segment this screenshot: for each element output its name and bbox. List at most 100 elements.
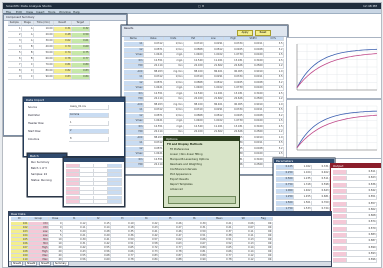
center-table-cell[interactable]: 0.0312 xyxy=(144,75,164,80)
center-table-cell[interactable]: t50 xyxy=(124,97,144,102)
summary-cell[interactable] xyxy=(94,168,108,173)
left-table-cell[interactable]: 9 xyxy=(8,75,22,80)
output-value-cell[interactable]: 0.851 xyxy=(347,195,377,201)
summary-cell[interactable] xyxy=(80,200,94,204)
left-table-cell[interactable]: 60.00 xyxy=(34,57,54,62)
center-table-cell[interactable]: Vmax xyxy=(124,86,144,91)
center-table-cell[interactable]: 0.0011 xyxy=(244,108,264,113)
center-table-cell[interactable]: 21.602 xyxy=(204,64,224,69)
parameter-cell[interactable]: 0.125 xyxy=(276,165,294,170)
summary-cell[interactable] xyxy=(108,186,122,191)
center-table-cell[interactable]: 0.0871 xyxy=(144,80,164,86)
summary-cell[interactable] xyxy=(108,164,122,168)
center-table-cell[interactable]: 0.0312 xyxy=(144,42,164,47)
center-table-cell[interactable]: mg/L xyxy=(164,119,184,124)
center-table-cell[interactable]: 12.540 xyxy=(184,91,204,97)
output-value-cell[interactable]: 0.879 xyxy=(347,226,377,232)
center-table-cell[interactable]: 0.9010 xyxy=(244,135,264,141)
center-table-cell[interactable]: 0.0028 xyxy=(244,80,264,86)
center-table-cell[interactable]: k2 xyxy=(124,113,144,119)
left-table-cell[interactable]: 0.78 xyxy=(54,57,72,62)
center-table-cell[interactable]: 0.0334 xyxy=(224,108,244,113)
import-field-input[interactable]: 8 xyxy=(69,137,109,142)
summary-cell[interactable] xyxy=(108,168,122,173)
summary-cell[interactable] xyxy=(108,177,122,182)
summary-cell[interactable] xyxy=(66,186,80,191)
center-table-cell[interactable]: mg·min xyxy=(164,69,184,75)
center-table-cell[interactable]: 0.0028 xyxy=(244,146,264,152)
center-table-cell[interactable]: 11.921 xyxy=(204,58,224,64)
parameter-cell[interactable]: 1.318 xyxy=(294,183,312,188)
center-table-cell[interactable]: Vmax xyxy=(124,53,144,58)
center-table-cell[interactable]: 12.551 xyxy=(144,91,164,97)
left-table-cell[interactable]: 0.82 xyxy=(54,69,72,74)
tab-summary[interactable]: Summary xyxy=(53,261,69,266)
center-table-cell[interactable]: 0.0868 xyxy=(184,113,204,119)
left-table-cell[interactable]: 80.00 xyxy=(34,69,54,74)
summary-cell[interactable] xyxy=(108,200,122,204)
summary-cell[interactable] xyxy=(94,200,108,204)
center-table-cell[interactable]: t50 xyxy=(124,64,144,69)
center-table-cell[interactable]: 3.5 xyxy=(264,108,284,113)
parameter-cell[interactable]: 0.598 xyxy=(312,183,330,188)
center-table-cell[interactable]: 0.3160 xyxy=(244,124,264,130)
summary-cell[interactable] xyxy=(80,173,94,177)
center-table-cell[interactable]: 0.0871 xyxy=(144,113,164,119)
center-table-cell[interactable]: 1.0 xyxy=(264,102,284,108)
center-table-cell[interactable]: 0.0334 xyxy=(224,75,244,80)
parameter-cell[interactable]: 0.643 xyxy=(312,189,330,194)
left-table-cell[interactable]: 5 xyxy=(8,51,22,56)
left-table-cell[interactable]: 0.84 xyxy=(72,75,90,80)
center-table-cell[interactable]: 0.0871 xyxy=(144,47,164,53)
center-table-cell[interactable]: AUC xyxy=(124,135,144,141)
options-list-item[interactable]: Export Results xyxy=(170,178,189,181)
center-table-cell[interactable]: mg/L xyxy=(164,91,184,97)
center-table-cell[interactable]: 0.0812 xyxy=(204,47,224,53)
center-table-cell[interactable]: 1/min xyxy=(164,42,184,47)
options-list-item[interactable]: Fit and Display Methods xyxy=(167,143,202,146)
center-table-cell[interactable]: 90.005 xyxy=(224,69,244,75)
center-table-cell[interactable]: 3.2 xyxy=(264,113,284,119)
center-table-cell[interactable]: 12.551 xyxy=(144,157,164,163)
summary-cell[interactable] xyxy=(94,195,108,200)
menu-view[interactable]: View xyxy=(26,10,33,14)
center-table-cell[interactable]: 1.0400 xyxy=(184,53,204,58)
center-table-cell[interactable]: 0.0925 xyxy=(224,113,244,119)
menu-help[interactable]: Help xyxy=(73,10,80,14)
center-table-cell[interactable]: 1.0421 xyxy=(144,86,164,91)
center-table-cell[interactable]: k1 xyxy=(124,141,144,146)
center-table-cell[interactable]: 0.0868 xyxy=(184,47,204,53)
center-table-cell[interactable]: 0.0310 xyxy=(184,108,204,113)
center-table-cell[interactable]: 13.181 xyxy=(224,124,244,130)
output-value-cell[interactable]: 0.874 xyxy=(347,220,377,226)
left-table-cell[interactable]: 90.00 xyxy=(34,75,54,80)
center-table-cell[interactable]: 0.2560 xyxy=(244,163,264,168)
center-table-cell[interactable]: 21.602 xyxy=(204,130,224,135)
left-table-cell[interactable]: C xyxy=(22,75,34,80)
left-table-cell[interactable]: 6 xyxy=(8,57,22,62)
center-table-cell[interactable]: 88.100 xyxy=(184,69,204,75)
parameter-cell[interactable]: 0.511 xyxy=(312,177,330,182)
options-list-item[interactable]: Advanced xyxy=(170,188,183,191)
summary-cell[interactable] xyxy=(66,168,80,173)
left-table-cell[interactable]: 50.00 xyxy=(34,51,54,56)
center-table-cell[interactable]: 0.0312 xyxy=(144,108,164,113)
menu-window[interactable]: Window xyxy=(59,10,71,14)
left-table-cell[interactable]: C xyxy=(22,63,34,68)
menu-tools[interactable]: Tools xyxy=(48,10,55,14)
summary-cell[interactable] xyxy=(94,164,108,168)
parameter-cell[interactable]: 0.681 xyxy=(312,195,330,200)
summary-cell[interactable] xyxy=(94,173,108,177)
center-table-cell[interactable]: min xyxy=(164,97,184,102)
center-table-cell[interactable]: t50 xyxy=(124,130,144,135)
menu-insert[interactable]: Insert xyxy=(36,10,45,14)
center-table-cell[interactable]: 88.203 xyxy=(144,69,164,75)
parameter-cell[interactable]: 1.022 xyxy=(294,165,312,170)
center-table-cell[interactable]: 88.203 xyxy=(144,102,164,108)
import-field-input[interactable]: 1 xyxy=(69,121,109,126)
parameter-cell[interactable]: 0.709 xyxy=(312,201,330,206)
center-table-cell[interactable]: min xyxy=(164,64,184,69)
center-table-cell[interactable]: 0.0028 xyxy=(244,47,264,53)
center-table-cell[interactable]: 21.602 xyxy=(204,97,224,102)
center-table-cell[interactable]: 3.5 xyxy=(264,75,284,80)
